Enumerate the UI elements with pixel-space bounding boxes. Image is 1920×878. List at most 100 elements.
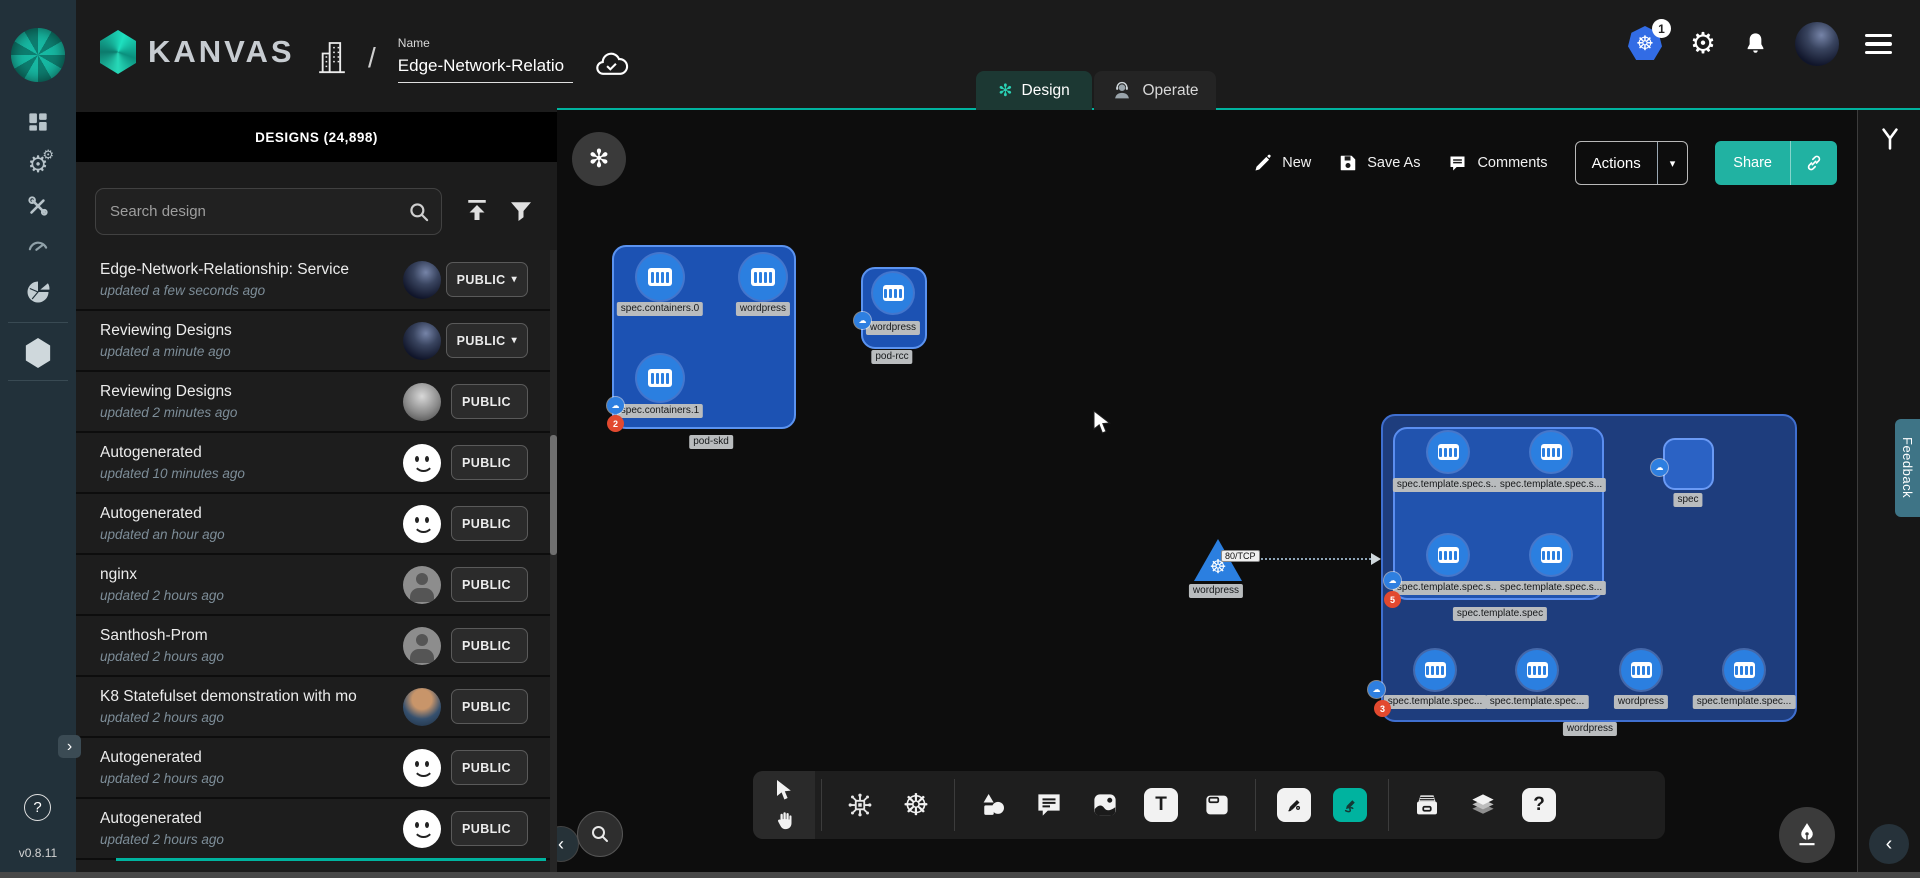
share-split-button[interactable]: Share	[1715, 141, 1837, 185]
error-count-badge[interactable]: 3	[1374, 700, 1391, 717]
design-list-item[interactable]: Autogenerated updated 10 minutes ago PUB…	[76, 433, 557, 494]
shapes-tool[interactable]	[975, 787, 1011, 823]
sidebar-item-configuration[interactable]	[23, 191, 53, 221]
vector-pen-tool[interactable]	[1276, 787, 1312, 823]
kubernetes-components-tool[interactable]: ☸	[898, 787, 934, 823]
node-container[interactable]	[1724, 650, 1764, 690]
design-canvas[interactable]: ✻ New Save As Comments	[557, 110, 1857, 878]
visibility-button[interactable]: PUBLIC	[451, 567, 528, 602]
list-scrollbar-track[interactable]	[550, 250, 557, 872]
search-input[interactable]	[95, 188, 442, 235]
organization-icon[interactable]	[318, 38, 346, 76]
pod-status-badge[interactable]: ☁	[1651, 459, 1668, 476]
design-list-item[interactable]: K8 Statefulset demonstration with mo upd…	[76, 677, 557, 738]
pod-status-badge[interactable]: ☁	[854, 312, 871, 329]
sidebar-item-kanvas[interactable]	[23, 338, 53, 368]
error-count-badge[interactable]: 5	[1384, 591, 1401, 608]
visibility-button[interactable]: PUBLIC	[451, 811, 528, 846]
sidebar-item-extensions[interactable]	[23, 277, 53, 307]
node-container[interactable]	[1415, 650, 1455, 690]
pod-status-badge[interactable]: ☁	[1384, 572, 1401, 589]
zoom-button[interactable]	[577, 811, 623, 857]
visibility-button[interactable]: PUBLIC	[451, 445, 528, 480]
layers-tool[interactable]	[1465, 787, 1501, 823]
user-avatar[interactable]	[1795, 22, 1839, 66]
image-tool[interactable]	[1087, 787, 1123, 823]
text-tool[interactable]: T	[1143, 787, 1179, 823]
visibility-button[interactable]: PUBLIC	[451, 506, 528, 541]
sidebar-logo-cell[interactable]	[0, 0, 76, 110]
design-list-item[interactable]: Autogenerated updated 2 hours ago PUBLIC	[76, 738, 557, 799]
node-container[interactable]	[1531, 535, 1571, 575]
node-container[interactable]	[873, 273, 913, 313]
visibility-button[interactable]: PUBLIC	[451, 628, 528, 663]
whiteboarding-pen-button[interactable]	[1779, 807, 1835, 863]
select-cursor-tool[interactable]	[773, 778, 795, 802]
visibility-button[interactable]: PUBLIC	[451, 384, 528, 419]
feedback-tab[interactable]: Feedback	[1895, 419, 1920, 517]
import-design-icon[interactable]	[462, 195, 492, 225]
settings-gear-icon[interactable]: ⚙	[1690, 30, 1716, 59]
sidebar-expand-button[interactable]: ›	[58, 735, 81, 758]
visibility-button[interactable]: PUBLIC	[451, 689, 528, 724]
help-tool[interactable]: ?	[1521, 787, 1557, 823]
help-button[interactable]: ?	[24, 794, 51, 821]
node-container[interactable]	[1621, 650, 1661, 690]
node-container[interactable]	[637, 254, 683, 300]
design-list-item[interactable]: Autogenerated updated an hour ago PUBLIC	[76, 494, 557, 555]
meshery-snowflake-button[interactable]: ✻	[572, 132, 626, 186]
new-button[interactable]: New	[1253, 153, 1311, 173]
pod-status-badge[interactable]: ☁	[607, 397, 624, 414]
actions-button[interactable]: Actions	[1576, 142, 1658, 184]
sidebar-item-dashboard[interactable]	[23, 107, 53, 137]
drawer-archive-tool[interactable]	[1409, 787, 1445, 823]
error-count-badge[interactable]: 2	[607, 415, 624, 432]
kubernetes-context-button[interactable]: ☸ 1	[1628, 26, 1664, 62]
tab-design[interactable]: ✻ Design	[976, 71, 1092, 110]
copy-link-button[interactable]	[1791, 141, 1837, 185]
collapse-panel-chevron[interactable]: ‹	[557, 826, 579, 862]
design-name-input[interactable]	[398, 54, 573, 83]
menu-hamburger-icon[interactable]	[1865, 34, 1892, 55]
rail-collapse-chevron[interactable]: ‹	[1869, 824, 1909, 864]
design-list-item[interactable]: nginx updated 2 hours ago PUBLIC	[76, 555, 557, 616]
pod-status-badge[interactable]: ☁	[1368, 681, 1385, 698]
validate-flask-icon[interactable]	[1876, 124, 1904, 154]
design-list-item[interactable]: Reviewing Designs updated 2 minutes ago …	[76, 372, 557, 433]
mesh-components-tool[interactable]	[842, 787, 878, 823]
node-label: wordpress	[1614, 695, 1668, 709]
horizontal-scrollbar[interactable]	[0, 872, 1920, 878]
node-spec[interactable]	[1663, 438, 1714, 490]
node-container[interactable]	[740, 254, 786, 300]
save-as-button[interactable]: Save As	[1338, 153, 1420, 173]
visibility-button[interactable]: PUBLIC▾	[446, 262, 528, 297]
actions-caret-icon[interactable]: ▾	[1658, 142, 1688, 184]
sidebar-item-performance[interactable]	[23, 231, 53, 261]
design-list-item-partial[interactable]	[76, 860, 557, 872]
edge-service-to-deployment[interactable]	[1242, 558, 1374, 560]
notifications-bell-icon[interactable]	[1742, 29, 1769, 59]
design-list-item[interactable]: Edge-Network-Relationship: Service updat…	[76, 250, 557, 311]
visibility-button[interactable]: PUBLIC▾	[446, 323, 528, 358]
list-scrollbar-thumb[interactable]	[550, 435, 557, 555]
pan-hand-tool[interactable]	[773, 809, 796, 832]
node-pod-template[interactable]	[1393, 427, 1604, 600]
comments-button[interactable]: Comments	[1447, 153, 1547, 174]
design-list-item[interactable]: Reviewing Designs updated a minute ago P…	[76, 311, 557, 372]
comment-annotation-tool[interactable]	[1031, 787, 1067, 823]
share-button[interactable]: Share	[1715, 141, 1791, 185]
visibility-button[interactable]: PUBLIC	[451, 750, 528, 785]
node-container[interactable]	[1428, 432, 1468, 472]
node-container[interactable]	[1428, 535, 1468, 575]
node-container[interactable]	[1531, 432, 1571, 472]
design-list-item[interactable]: Santhosh-Prom updated 2 hours ago PUBLIC	[76, 616, 557, 677]
filter-icon[interactable]	[506, 196, 536, 226]
actions-split-button[interactable]: Actions ▾	[1575, 141, 1689, 185]
tab-operate[interactable]: Operate	[1094, 71, 1216, 110]
design-list-item[interactable]: Autogenerated updated 2 hours ago PUBLIC	[76, 799, 557, 860]
freehand-pencil-tool-active[interactable]	[1332, 787, 1368, 823]
node-container[interactable]	[637, 355, 683, 401]
node-container[interactable]	[1517, 650, 1557, 690]
sidebar-item-lifecycle[interactable]: ⚙⚙	[23, 149, 53, 179]
frame-tool[interactable]	[1199, 787, 1235, 823]
